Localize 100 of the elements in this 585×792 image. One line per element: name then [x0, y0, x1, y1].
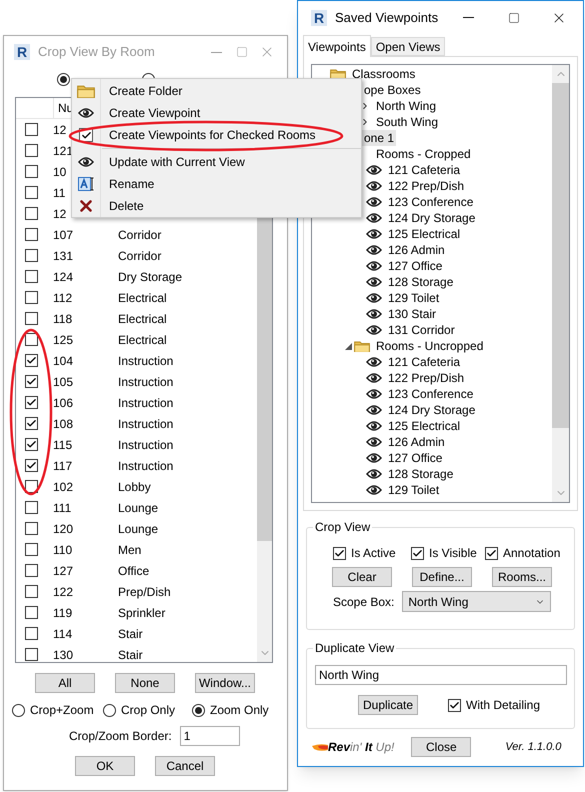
table-cell-text: Lounge: [118, 520, 158, 538]
checkbox-label: Is Visible: [429, 545, 477, 562]
tree-item[interactable]: 122 Prep/Dish: [386, 178, 466, 194]
tree-item[interactable]: 128 Storage: [386, 274, 456, 290]
app-icon: R: [14, 44, 30, 60]
window-title: Saved Viewpoints: [335, 8, 438, 27]
product-logo: Revin' It Up!: [328, 739, 394, 756]
tree-item[interactable]: 129 Toilet: [386, 482, 442, 498]
menu-item[interactable]: Create Viewpoints for Checked Rooms: [72, 124, 361, 146]
tree-item[interactable]: Rooms - Uncropped: [374, 338, 486, 354]
tree-item[interactable]: 123 Conference: [386, 386, 476, 402]
table-cell-text: Office: [118, 562, 150, 580]
table-cell-text: 117: [53, 458, 74, 474]
table-cell-text: 112: [53, 290, 74, 306]
action-button[interactable]: None: [115, 673, 175, 693]
field-label: Scope Box:: [333, 594, 394, 610]
tree-item[interactable]: 129 Toilet: [386, 290, 442, 306]
table-cell-text: 111: [53, 500, 72, 516]
table-cell-text: Electrical: [118, 290, 167, 306]
table-cell-text: 130: [53, 646, 74, 662]
checkbox-label: With Detailing: [466, 697, 540, 714]
tree-item[interactable]: 125 Electrical: [386, 226, 462, 242]
tree-item[interactable]: 124 Dry Storage: [386, 402, 478, 418]
tree-item[interactable]: 122 Prep/Dish: [386, 370, 466, 386]
table-cell-text: 105: [53, 374, 74, 390]
tree-item[interactable]: Rooms - Cropped: [374, 146, 473, 162]
view-name-field[interactable]: North Wing: [315, 665, 567, 685]
table-cell-text: 104: [53, 352, 74, 370]
tree-item[interactable]: 126 Admin: [386, 434, 447, 450]
tree-item[interactable]: 126 Admin: [386, 242, 447, 258]
menu-item[interactable]: Delete: [72, 195, 361, 217]
window-title: Crop View By Room: [38, 43, 155, 62]
table-cell-text: 107: [53, 226, 74, 244]
duplicate-button[interactable]: Duplicate: [358, 695, 418, 715]
table-cell-text: 110: [53, 542, 74, 558]
table-cell-text: 106: [53, 394, 74, 412]
crop-button[interactable]: Rooms...: [492, 567, 552, 587]
radio-label: Crop Only: [121, 702, 176, 719]
tree-item[interactable]: 124 Dry Storage: [386, 210, 478, 226]
crop-button[interactable]: Define...: [412, 567, 472, 587]
checkbox-label: Annotation: [503, 545, 560, 562]
menu-item[interactable]: Create Viewpoint: [72, 102, 361, 124]
tree-item[interactable]: North Wing: [374, 98, 438, 114]
tree-item[interactable]: one 1: [362, 130, 396, 146]
table-cell-text: Stair: [118, 646, 143, 662]
table-cell-text: 108: [53, 416, 74, 432]
scope-box-dropdown[interactable]: North Wing: [402, 591, 552, 612]
table-cell-text: 102: [53, 478, 74, 496]
table-cell-text: 12: [53, 122, 66, 138]
dialog-button[interactable]: Cancel: [155, 756, 215, 776]
tree-item[interactable]: 130 Stair: [386, 306, 438, 322]
table-cell-text: 115: [53, 436, 74, 454]
tab[interactable]: Viewpoints: [303, 35, 371, 57]
tree-item[interactable]: 131 Corridor: [386, 322, 457, 338]
table-cell-text: 124: [53, 268, 74, 286]
table-cell-text: Instruction: [118, 352, 174, 370]
table-cell-text: Instruction: [118, 394, 174, 412]
table-cell-text: Instruction: [118, 436, 174, 454]
table-cell-text: Sprinkler: [118, 604, 166, 622]
table-cell-text: Instruction: [118, 374, 174, 390]
input-field[interactable]: 1: [180, 726, 240, 746]
tab[interactable]: Open Views: [370, 37, 446, 56]
tree-item[interactable]: ope Boxes: [362, 82, 423, 98]
dialog-button[interactable]: OK: [75, 756, 135, 776]
table-cell-text: Lounge: [118, 500, 158, 516]
field-label: Crop/Zoom Border:: [69, 728, 172, 745]
table-cell-text: Instruction: [118, 416, 174, 432]
tree-item[interactable]: Classrooms: [350, 66, 418, 82]
table-cell-text: 10: [53, 164, 66, 180]
table-cell-text: Instruction: [118, 458, 174, 474]
table-cell-text: 121: [53, 142, 74, 160]
table-cell-text: Corridor: [118, 226, 162, 244]
checkbox-label: Is Active: [351, 545, 396, 562]
tree-item[interactable]: 123 Conference: [386, 194, 476, 210]
tree-item[interactable]: 128 Storage: [386, 466, 456, 482]
group-title: Duplicate View: [313, 640, 396, 656]
radio-label: Zoom Only: [210, 702, 269, 719]
close-dialog-button[interactable]: Close: [411, 737, 472, 757]
table-cell-text: 127: [53, 562, 74, 580]
tree-item[interactable]: 125 Electrical: [386, 418, 462, 434]
tree-item[interactable]: 127 Office: [386, 450, 444, 466]
table-cell-text: Corridor: [118, 248, 162, 264]
action-button[interactable]: All: [35, 673, 95, 693]
group-title: Crop View: [313, 519, 372, 535]
table-cell-text: 131: [53, 248, 74, 264]
crop-button[interactable]: Clear: [332, 567, 392, 587]
menu-item[interactable]: Update with Current View: [72, 151, 361, 173]
table-cell-text: Prep/Dish: [118, 584, 171, 600]
table-cell-text: 122: [53, 584, 74, 600]
action-button[interactable]: Window...: [195, 673, 255, 693]
table-cell-text: Men: [118, 542, 142, 558]
table-cell-text: Electrical: [118, 310, 167, 328]
menu-item[interactable]: Create Folder: [72, 80, 361, 102]
tree-item[interactable]: South Wing: [374, 114, 440, 130]
tree-item[interactable]: 127 Office: [386, 258, 444, 274]
tree-item[interactable]: 121 Cafeteria: [386, 354, 462, 370]
tree-item[interactable]: 121 Cafeteria: [386, 162, 462, 178]
table-cell-text: 12: [53, 206, 66, 222]
table-cell-text: 11: [53, 184, 66, 202]
menu-item[interactable]: Rename: [72, 173, 361, 195]
